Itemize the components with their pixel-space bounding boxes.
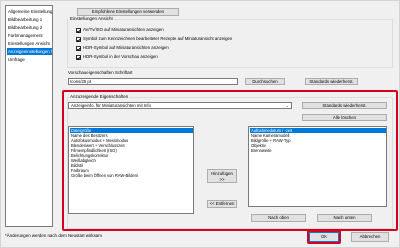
sidebar-item-general[interactable]: Allgemeine Einstellungen <box>7 8 52 15</box>
browse-button[interactable]: Durchsuchen <box>245 78 285 85</box>
restart-note: *Änderungen werden nach dem Neustart wir… <box>5 233 102 238</box>
font-restore-defaults-button[interactable]: Standards wiederherst. <box>305 78 358 85</box>
use-recommended-settings-button[interactable]: Empfohlene Einstellungen verwenden <box>77 8 179 16</box>
font-field[interactable]: Icons/25 pt <box>68 78 238 85</box>
hdr-thumbnail-label: HDR-Symbol auf Miniaturansichten anzeige… <box>83 45 169 50</box>
sidebar-item-survey[interactable]: Umfrage <box>7 56 52 63</box>
remove-button[interactable]: << Entfernen <box>207 200 237 208</box>
shown-properties-list[interactable]: Aufnahmedatum / -zeit Name Kameramodell … <box>248 126 387 207</box>
properties-mode-value: Anzeigeinfo. für Miniaturansichten mit I… <box>71 103 152 108</box>
sidebar-item-image-processing-2[interactable]: Bildbearbeitung 2 <box>7 24 52 31</box>
av-tv-iso-checkbox[interactable] <box>76 27 81 33</box>
available-properties-list[interactable]: Dateigröße Name des Besitzers Autofokusm… <box>68 126 194 214</box>
properties-mode-dropdown[interactable]: Anzeigeinfo. für Miniaturansichten mit I… <box>68 102 292 109</box>
clear-all-button[interactable]: Alle löschen <box>302 114 387 121</box>
chevron-down-icon: ⌄ <box>285 103 289 108</box>
properties-restore-defaults-button[interactable]: Standards wiederherst. <box>302 102 387 109</box>
recipe-icon-label: Symbol zum Kennzeichnen bearbeiteter Rez… <box>83 36 233 41</box>
list-item[interactable]: Brennweite <box>250 148 271 153</box>
sidebar-item-display-settings[interactable]: Anzeigeeinstellungen für <box>7 48 52 55</box>
font-section-label: Vorschaueigenschaften Schriftart <box>68 70 133 75</box>
sidebar-category-list[interactable]: Allgemeine Einstellungen Bildbearbeitung… <box>5 5 53 227</box>
add-button[interactable]: Hinzufügen >> <box>207 169 237 183</box>
hdr-thumbnail-checkbox[interactable] <box>76 45 81 51</box>
view-settings-title: Einstellungen Ansicht <box>69 16 114 21</box>
recipe-icon-checkbox[interactable] <box>76 36 81 42</box>
sidebar-item-color-management[interactable]: Farbmanagement <box>7 32 52 39</box>
ok-button[interactable]: OK <box>309 232 339 242</box>
sidebar-item-view-settings[interactable]: Einstellungen Ansicht <box>7 40 52 47</box>
hdr-preview-label: HDR-Symbol in der Vorschau anzeigen <box>83 54 158 59</box>
list-item[interactable]: Größe beim Öffnen von RAW-Bildern <box>70 173 138 178</box>
av-tv-iso-label: AV/Tv/ISO auf Miniaturansichten anzeigen <box>83 27 164 32</box>
move-down-button[interactable]: Nach unten <box>317 214 372 222</box>
sidebar-item-image-processing-1[interactable]: Bildbearbeitung 1 <box>7 16 52 23</box>
properties-title: Anzuzeigende Eigenschaften <box>69 94 130 99</box>
move-up-button[interactable]: Nach oben <box>251 214 306 222</box>
hdr-preview-checkbox[interactable] <box>76 54 81 60</box>
cancel-button[interactable]: Abbrechen <box>351 232 389 242</box>
